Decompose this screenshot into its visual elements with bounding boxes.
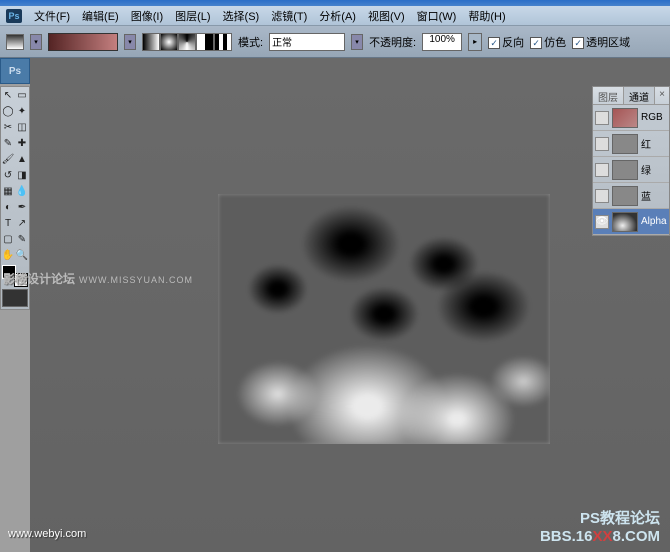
slice-tool-icon[interactable]: ◫ bbox=[15, 119, 29, 135]
reverse-label: 反向 bbox=[502, 37, 524, 49]
canvas-content bbox=[218, 194, 550, 444]
channel-thumb-red bbox=[612, 134, 638, 154]
mode-select[interactable]: 正常 bbox=[269, 33, 345, 51]
gradient-preview[interactable] bbox=[48, 33, 118, 51]
tool-preset-dropdown[interactable]: ▾ bbox=[30, 34, 42, 50]
mode-dropdown-arrow[interactable]: ▾ bbox=[351, 34, 363, 50]
reverse-checkbox-wrap[interactable]: ✓反向 bbox=[488, 34, 524, 50]
gradient-dropdown[interactable]: ▾ bbox=[124, 34, 136, 50]
gradient-reflected-button[interactable] bbox=[196, 33, 214, 51]
tab-layers[interactable]: 图层 bbox=[593, 87, 624, 104]
move-tool-icon[interactable]: ↖ bbox=[1, 87, 15, 103]
crop-tool-icon[interactable]: ✂ bbox=[1, 119, 15, 135]
menubar: Ps 文件(F) 编辑(E) 图像(I) 图层(L) 选择(S) 滤镜(T) 分… bbox=[0, 6, 670, 26]
menu-view[interactable]: 视图(V) bbox=[362, 6, 411, 26]
canvas-area bbox=[30, 58, 670, 552]
transparency-checkbox-wrap[interactable]: ✓透明区域 bbox=[572, 34, 630, 50]
channel-label: 蓝 bbox=[641, 188, 651, 203]
shape-tool-icon[interactable]: ▢ bbox=[1, 231, 15, 247]
gradient-angle-button[interactable] bbox=[178, 33, 196, 51]
opacity-arrow[interactable]: ▸ bbox=[468, 33, 482, 51]
channel-thumb-rgb bbox=[612, 108, 638, 128]
healing-tool-icon[interactable]: ✚ bbox=[15, 135, 29, 151]
channel-green[interactable]: 绿 bbox=[593, 157, 669, 183]
menu-filter[interactable]: 滤镜(T) bbox=[265, 6, 313, 26]
visibility-icon[interactable]: 👁 bbox=[595, 215, 609, 229]
app-icon: Ps bbox=[6, 9, 22, 23]
visibility-icon[interactable] bbox=[595, 111, 609, 125]
hand-tool-icon[interactable]: ✋ bbox=[1, 247, 15, 263]
channel-thumb-blue bbox=[612, 186, 638, 206]
eyedropper-tool-icon[interactable]: ✎ bbox=[1, 135, 15, 151]
watermark-bottom-right: PS教程论坛 BBS.16XX8.COM bbox=[540, 510, 660, 546]
pen-tool-icon[interactable]: ✒ bbox=[15, 199, 29, 215]
watermark-bottom-left: www.webyi.com bbox=[8, 528, 86, 540]
channel-thumb-alpha bbox=[612, 212, 638, 232]
opacity-label: 不透明度: bbox=[369, 34, 416, 50]
lasso-tool-icon[interactable]: ◯ bbox=[1, 103, 15, 119]
mode-label: 模式: bbox=[238, 34, 263, 50]
menu-file[interactable]: 文件(F) bbox=[28, 6, 76, 26]
quickmask-toggle[interactable] bbox=[2, 289, 28, 307]
visibility-icon[interactable] bbox=[595, 189, 609, 203]
channel-label: 红 bbox=[641, 136, 651, 151]
gradient-diamond-button[interactable] bbox=[214, 33, 232, 51]
wand-tool-icon[interactable]: ✦ bbox=[15, 103, 29, 119]
dither-label: 仿色 bbox=[544, 37, 566, 49]
menu-image[interactable]: 图像(I) bbox=[125, 6, 169, 26]
optionsbar: ▾ ▾ 模式: 正常 ▾ 不透明度: 100% ▸ ✓反向 ✓仿色 ✓透明区域 bbox=[0, 26, 670, 58]
dither-checkbox-wrap[interactable]: ✓仿色 bbox=[530, 34, 566, 50]
opacity-input[interactable]: 100% bbox=[422, 33, 462, 51]
stamp-tool-icon[interactable]: ▲ bbox=[15, 151, 29, 167]
channel-red[interactable]: 红 bbox=[593, 131, 669, 157]
panel-tabs: 图层 通道 × bbox=[593, 87, 669, 105]
panel-close-icon[interactable]: × bbox=[655, 87, 669, 104]
eraser-tool-icon[interactable]: ◨ bbox=[15, 167, 29, 183]
dock: Ps bbox=[0, 58, 30, 84]
channel-rgb[interactable]: RGB bbox=[593, 105, 669, 131]
gradient-tool-icon[interactable]: ▦ bbox=[1, 183, 15, 199]
tab-channels[interactable]: 通道 bbox=[624, 87, 655, 104]
dither-checkbox[interactable]: ✓ bbox=[530, 37, 542, 49]
channel-blue[interactable]: 蓝 bbox=[593, 183, 669, 209]
dock-tab-ps[interactable]: Ps bbox=[0, 58, 30, 84]
visibility-icon[interactable] bbox=[595, 137, 609, 151]
channels-panel: 图层 通道 × RGB 红 绿 蓝 👁 Alpha bbox=[592, 86, 670, 236]
history-brush-icon[interactable]: ↺ bbox=[1, 167, 15, 183]
path-tool-icon[interactable]: ↗ bbox=[15, 215, 29, 231]
menu-window[interactable]: 窗口(W) bbox=[411, 6, 463, 26]
type-tool-icon[interactable]: T bbox=[1, 215, 15, 231]
reverse-checkbox[interactable]: ✓ bbox=[488, 37, 500, 49]
brush-tool-icon[interactable]: 🖌 bbox=[1, 151, 15, 167]
menu-select[interactable]: 选择(S) bbox=[217, 6, 266, 26]
gradient-linear-button[interactable] bbox=[142, 33, 160, 51]
blur-tool-icon[interactable]: 💧 bbox=[15, 183, 29, 199]
channel-label: 绿 bbox=[641, 162, 651, 177]
channel-thumb-green bbox=[612, 160, 638, 180]
menu-layer[interactable]: 图层(L) bbox=[169, 6, 216, 26]
channel-alpha[interactable]: 👁 Alpha bbox=[593, 209, 669, 235]
channel-label: Alpha bbox=[641, 216, 667, 227]
gradient-type-group bbox=[142, 33, 232, 51]
visibility-icon[interactable] bbox=[595, 163, 609, 177]
menu-analysis[interactable]: 分析(A) bbox=[313, 6, 362, 26]
watermark-left: 影楼设计论坛WWW.MISSYUAN.COM bbox=[3, 270, 193, 287]
zoom-tool-icon[interactable]: 🔍 bbox=[15, 247, 29, 263]
dodge-tool-icon[interactable]: ◐ bbox=[1, 199, 15, 215]
menu-edit[interactable]: 编辑(E) bbox=[76, 6, 125, 26]
tool-preset-icon[interactable] bbox=[6, 34, 24, 50]
document-canvas[interactable] bbox=[218, 194, 550, 444]
transparency-label: 透明区域 bbox=[586, 37, 630, 49]
notes-tool-icon[interactable]: ✎ bbox=[15, 231, 29, 247]
menu-help[interactable]: 帮助(H) bbox=[462, 6, 511, 26]
marquee-tool-icon[interactable]: ▭ bbox=[15, 87, 29, 103]
channel-label: RGB bbox=[641, 112, 663, 123]
gradient-radial-button[interactable] bbox=[160, 33, 178, 51]
transparency-checkbox[interactable]: ✓ bbox=[572, 37, 584, 49]
